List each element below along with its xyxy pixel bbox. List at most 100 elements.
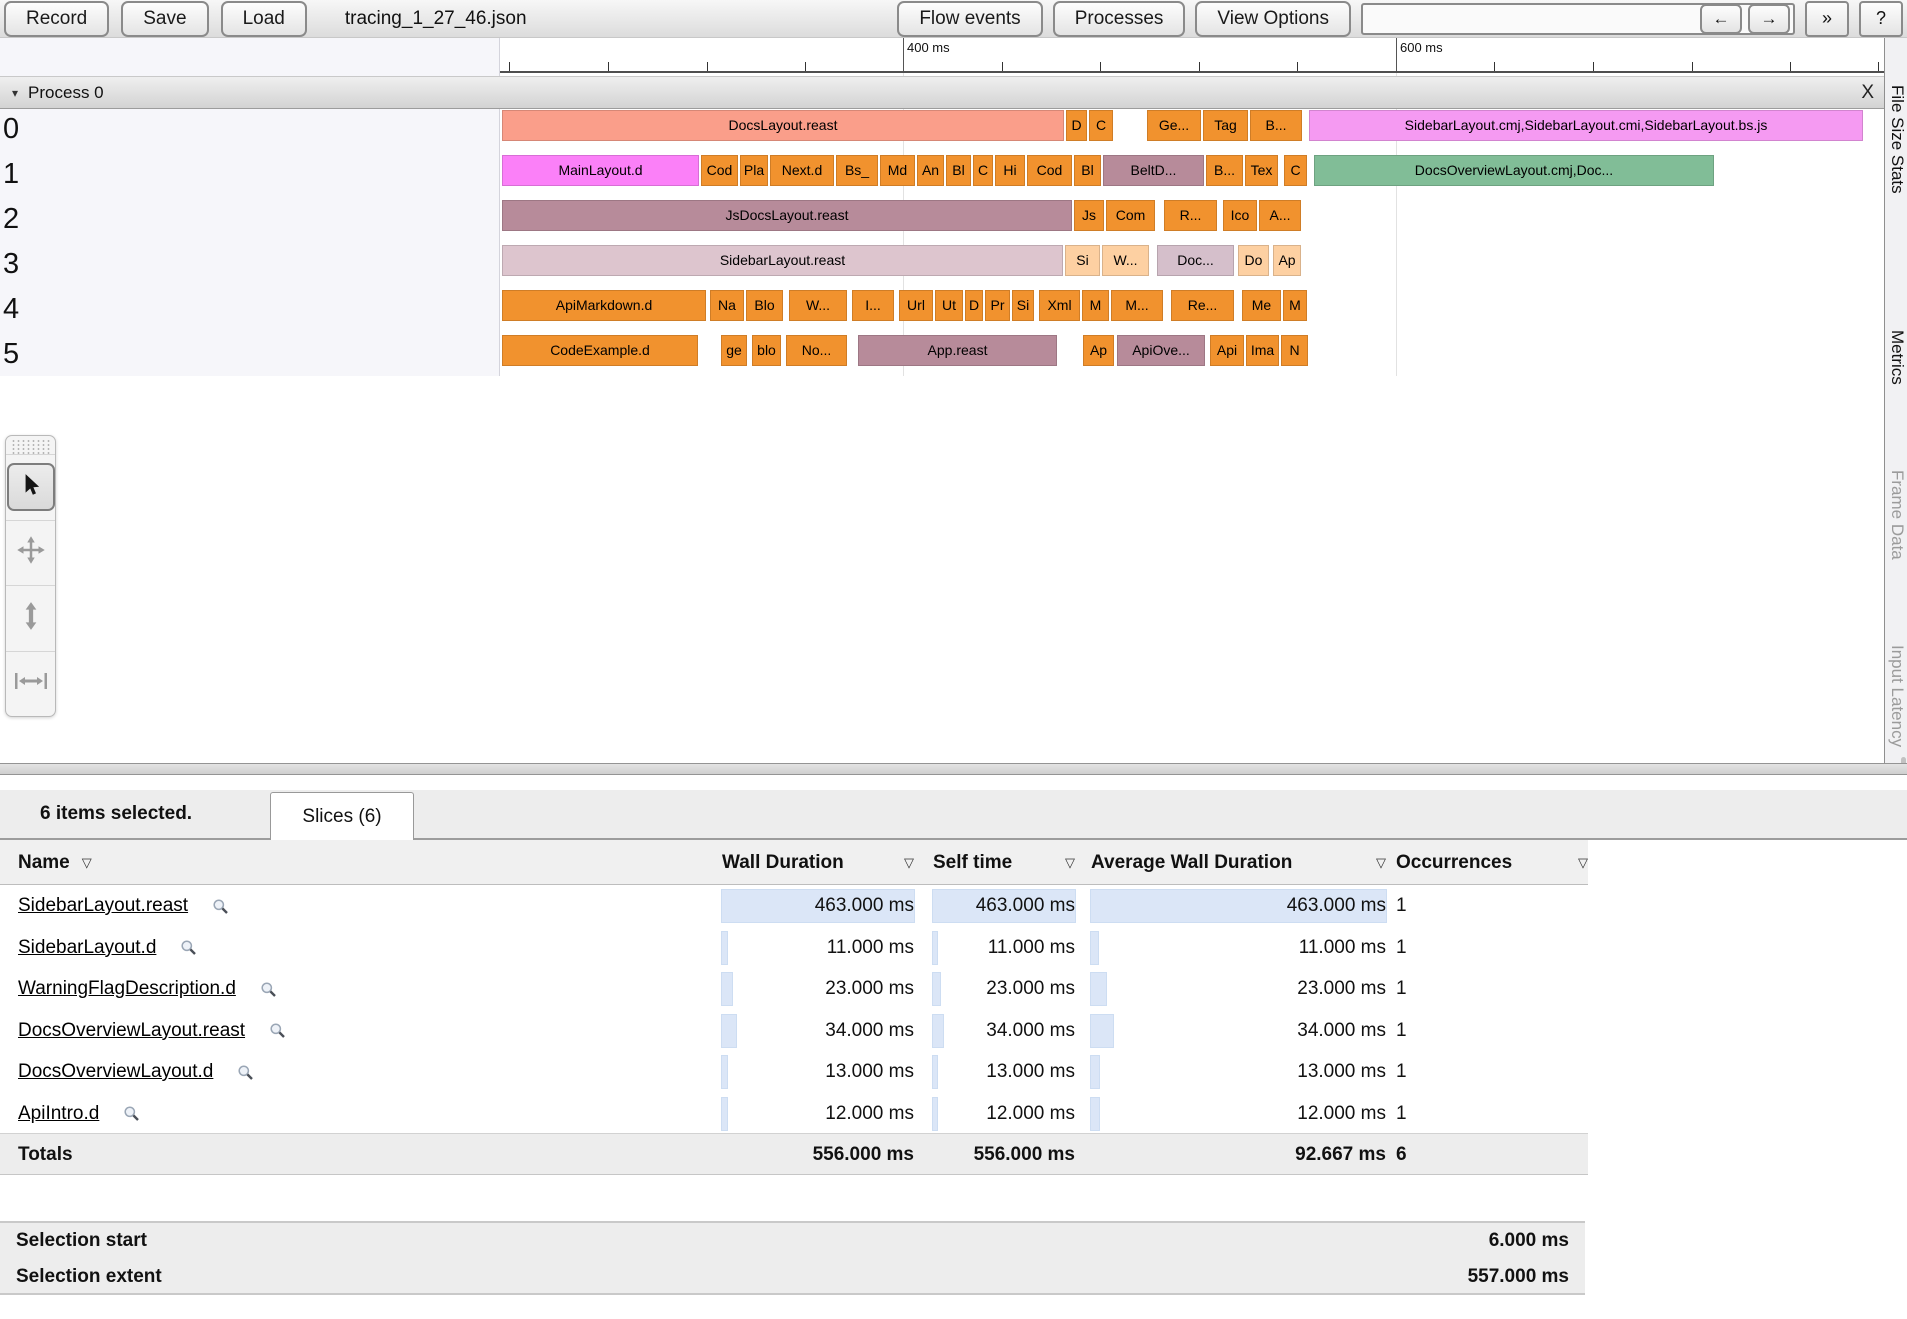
trace-slice[interactable]: ge: [721, 335, 747, 366]
magnifier-icon[interactable]: [123, 1105, 140, 1122]
trace-slice[interactable]: ApiOve...: [1117, 335, 1205, 366]
magnifier-icon[interactable]: [212, 898, 229, 915]
trace-slice[interactable]: C: [973, 155, 993, 186]
trace-slice[interactable]: An: [917, 155, 944, 186]
trace-slice[interactable]: Bl: [1074, 155, 1101, 186]
trace-slice[interactable]: BeltD...: [1103, 155, 1204, 186]
column-header-wall-duration[interactable]: Wall Duration▽: [722, 840, 914, 885]
trace-slice[interactable]: Com: [1106, 200, 1155, 231]
slice-name-link[interactable]: SidebarLayout.reast: [18, 895, 188, 917]
trace-slice[interactable]: Me: [1242, 290, 1281, 321]
sort-arrow-icon[interactable]: ▽: [1376, 855, 1386, 871]
trace-slice[interactable]: Ima: [1246, 335, 1279, 366]
trace-slice[interactable]: Do: [1238, 245, 1269, 276]
trace-slice[interactable]: Ico: [1223, 200, 1257, 231]
trace-slice[interactable]: Ut: [935, 290, 963, 321]
side-tab-frame-data[interactable]: Frame Data: [1887, 470, 1907, 560]
trace-slice[interactable]: W...: [1102, 245, 1149, 276]
trace-slice[interactable]: Md: [880, 155, 915, 186]
side-tab-file-size-stats[interactable]: File Size Stats: [1887, 85, 1907, 194]
sort-arrow-icon[interactable]: ▽: [1065, 855, 1075, 871]
find-next-button[interactable]: →: [1748, 4, 1790, 34]
trace-slice[interactable]: Tex: [1245, 155, 1278, 186]
trace-slice[interactable]: DocsOverviewLayout.cmj,Doc...: [1314, 155, 1714, 186]
trace-slice[interactable]: SidebarLayout.cmj,SidebarLayout.cmi,Side…: [1309, 110, 1863, 141]
sort-arrow-icon[interactable]: ▽: [904, 855, 914, 871]
trace-slice[interactable]: Ge...: [1147, 110, 1201, 141]
trace-slice[interactable]: Ap: [1083, 335, 1114, 366]
trace-slice[interactable]: No...: [786, 335, 847, 366]
trace-slice[interactable]: Xml: [1039, 290, 1080, 321]
slice-name-link[interactable]: SidebarLayout.d: [18, 937, 156, 959]
column-header-occurrences[interactable]: Occurrences▽: [1396, 840, 1588, 885]
trace-slice[interactable]: CodeExample.d: [502, 335, 698, 366]
trace-slice[interactable]: Pla: [740, 155, 768, 186]
timing-tool-button[interactable]: [6, 651, 55, 717]
find-input[interactable]: [1366, 5, 1694, 33]
trace-slice[interactable]: M...: [1111, 290, 1163, 321]
slice-name-link[interactable]: DocsOverviewLayout.d: [18, 1061, 213, 1083]
trace-slice[interactable]: DocsLayout.reast: [502, 110, 1064, 141]
trace-slice[interactable]: M: [1082, 290, 1109, 321]
trace-slice[interactable]: B...: [1250, 110, 1302, 141]
trace-slice[interactable]: Na: [710, 290, 744, 321]
trace-slice[interactable]: Cod: [1027, 155, 1072, 186]
palette-drag-handle[interactable]: [11, 439, 50, 454]
load-button[interactable]: Load: [221, 1, 307, 37]
sort-arrow-icon[interactable]: ▽: [82, 855, 92, 871]
panel-splitter[interactable]: [0, 763, 1907, 775]
trace-slice[interactable]: Api: [1210, 335, 1244, 366]
save-button[interactable]: Save: [121, 1, 208, 37]
tab-slices[interactable]: Slices (6): [270, 792, 414, 841]
trace-slice[interactable]: Ap: [1273, 245, 1301, 276]
trace-slice[interactable]: JsDocsLayout.reast: [502, 200, 1072, 231]
slice-name-link[interactable]: ApiIntro.d: [18, 1103, 99, 1125]
trace-slice[interactable]: Si: [1065, 245, 1100, 276]
magnifier-icon[interactable]: [237, 1064, 254, 1081]
collapse-controls-button[interactable]: »: [1805, 1, 1849, 37]
trace-slice[interactable]: Si: [1012, 290, 1034, 321]
trace-slice[interactable]: M: [1283, 290, 1307, 321]
side-tab-metrics[interactable]: Metrics: [1887, 330, 1907, 385]
sort-arrow-icon[interactable]: ▽: [1578, 855, 1588, 871]
trace-slice[interactable]: App.reast: [858, 335, 1057, 366]
trace-slice[interactable]: C: [1089, 110, 1113, 141]
help-button[interactable]: ?: [1859, 1, 1903, 37]
trace-slice[interactable]: Re...: [1171, 290, 1234, 321]
trace-slice[interactable]: I...: [852, 290, 894, 321]
slice-name-link[interactable]: WarningFlagDescription.d: [18, 978, 236, 1000]
trace-slice[interactable]: MainLayout.d: [502, 155, 699, 186]
view-options-button[interactable]: View Options: [1195, 1, 1351, 37]
collapse-triangle-icon[interactable]: ▾: [12, 86, 18, 100]
trace-slice[interactable]: D: [1066, 110, 1087, 141]
magnifier-icon[interactable]: [180, 939, 197, 956]
trace-slice[interactable]: Cod: [701, 155, 738, 186]
trace-slice[interactable]: R...: [1164, 200, 1217, 231]
trace-slice[interactable]: SidebarLayout.reast: [502, 245, 1063, 276]
trace-slice[interactable]: W...: [789, 290, 847, 321]
trace-slice[interactable]: Url: [899, 290, 933, 321]
record-button[interactable]: Record: [4, 1, 109, 37]
column-header-name[interactable]: Name▽: [18, 840, 92, 885]
column-header-average-wall-duration[interactable]: Average Wall Duration▽: [1091, 840, 1386, 885]
column-header-self-time[interactable]: Self time▽: [933, 840, 1075, 885]
trace-slice[interactable]: D: [965, 290, 983, 321]
trace-slice[interactable]: Blo: [746, 290, 783, 321]
slice-name-link[interactable]: DocsOverviewLayout.reast: [18, 1020, 245, 1042]
processes-button[interactable]: Processes: [1053, 1, 1186, 37]
trace-slice[interactable]: Pr: [985, 290, 1010, 321]
trace-slice[interactable]: N: [1281, 335, 1308, 366]
side-tab-input-latency[interactable]: Input Latency: [1887, 645, 1907, 747]
magnifier-icon[interactable]: [260, 981, 277, 998]
trace-slice[interactable]: Bs_: [836, 155, 878, 186]
trace-slice[interactable]: blo: [752, 335, 781, 366]
pan-tool-button[interactable]: [6, 520, 55, 586]
trace-slice[interactable]: C: [1284, 155, 1307, 186]
trace-slice[interactable]: Js: [1074, 200, 1104, 231]
process-header[interactable]: ▾ Process 0 X: [0, 76, 1884, 109]
magnifier-icon[interactable]: [269, 1022, 286, 1039]
selection-tool-button[interactable]: [6, 454, 55, 520]
find-previous-button[interactable]: ←: [1700, 4, 1742, 34]
zoom-tool-button[interactable]: [6, 585, 55, 651]
flow-events-button[interactable]: Flow events: [897, 1, 1042, 37]
